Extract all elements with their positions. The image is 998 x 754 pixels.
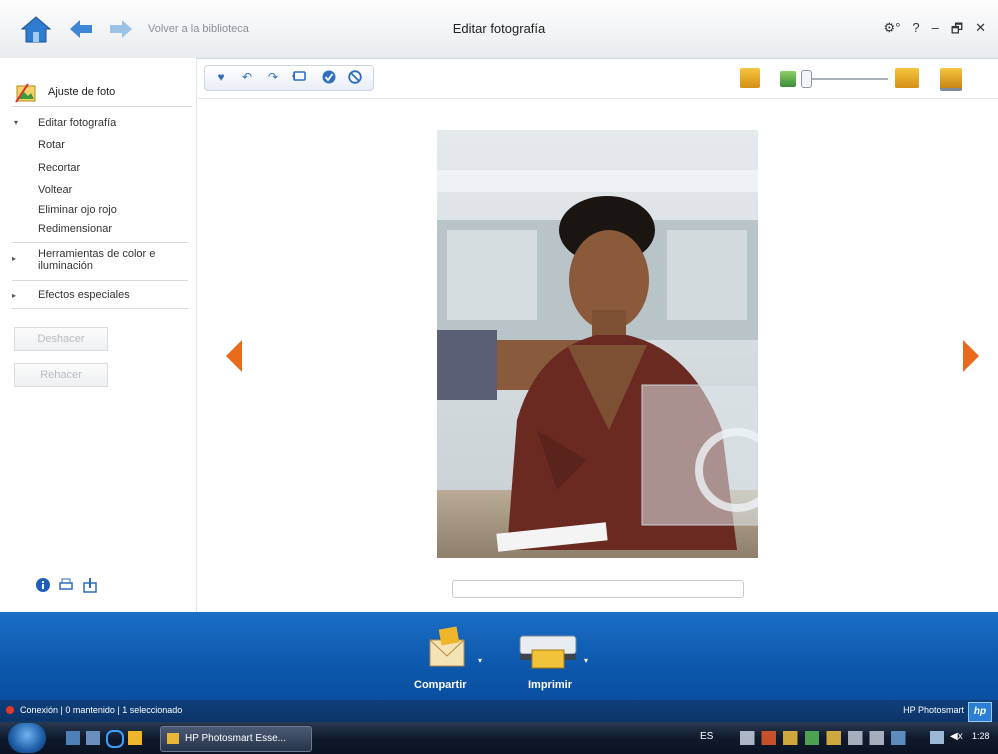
- triangle-right-icon: [963, 340, 979, 372]
- zoom-slider-track[interactable]: [806, 78, 888, 80]
- sidebar-item-edit-photo[interactable]: Editar fotografía: [38, 117, 116, 129]
- volume-icon[interactable]: ◀x: [950, 731, 963, 742]
- rotate-right-icon[interactable]: ↷: [266, 70, 280, 84]
- sidebar-item-color-line1: Herramientas de color e: [38, 248, 156, 260]
- undo-button[interactable]: Deshacer: [14, 327, 108, 351]
- share-label: Compartir: [414, 679, 467, 691]
- language-indicator[interactable]: ES: [700, 731, 713, 742]
- restore-button[interactable]: 🗗: [951, 20, 963, 42]
- rotate-left-icon[interactable]: ↶: [240, 70, 254, 84]
- zoom-in-icon[interactable]: [895, 68, 919, 88]
- zoom-slider-thumb[interactable]: [801, 70, 812, 88]
- divider: [12, 308, 188, 309]
- slideshow-icon[interactable]: [940, 68, 962, 91]
- status-text: Conexión | 0 mantenido | 1 seleccionado: [20, 705, 183, 715]
- collapsed-icon: ▸: [12, 254, 17, 263]
- sidebar-item-color-lighting[interactable]: Herramientas de color e iluminación: [38, 248, 155, 272]
- photosmart-app-icon: [167, 733, 179, 744]
- print-preview-icon[interactable]: [58, 578, 74, 597]
- brand-label: HP Photosmart: [903, 705, 964, 715]
- sidebar-header-label: Ajuste de foto: [48, 86, 116, 98]
- show-desktop-icon[interactable]: [66, 731, 80, 745]
- sidebar-item-crop[interactable]: Recortar: [38, 162, 80, 174]
- photo-preview[interactable]: [437, 130, 758, 558]
- settings-icon[interactable]: ⚙°: [884, 20, 901, 42]
- divider: [198, 98, 998, 99]
- switch-windows-icon[interactable]: [86, 731, 100, 745]
- chevron-down-icon[interactable]: ▾: [584, 656, 588, 665]
- connection-status-icon: [6, 706, 14, 714]
- sidebar-item-red-eye[interactable]: Eliminar ojo rojo: [38, 204, 117, 216]
- zoom-out-icon[interactable]: [780, 71, 796, 87]
- printer-icon: [519, 635, 577, 669]
- single-view-icon[interactable]: [740, 68, 760, 88]
- media-icon[interactable]: [128, 731, 142, 745]
- sidebar-item-rotate[interactable]: Rotar: [38, 139, 65, 151]
- caption-input[interactable]: [452, 580, 744, 598]
- print-label: Imprimir: [528, 679, 573, 691]
- share-button[interactable]: [426, 626, 472, 675]
- chevron-down-icon[interactable]: ▾: [478, 656, 482, 665]
- sidebar-item-special-effects[interactable]: Efectos especiales: [38, 289, 130, 301]
- previous-photo-button[interactable]: [226, 340, 242, 377]
- hp-logo-icon: hp: [968, 702, 992, 722]
- taskbar-item-photosmart[interactable]: HP Photosmart Esse...: [160, 726, 312, 752]
- photo-adjust-icon: [14, 82, 40, 109]
- clock[interactable]: 1:28: [972, 731, 990, 741]
- sidebar-item-color-line2: iluminación: [38, 260, 94, 272]
- next-photo-button[interactable]: [963, 340, 979, 377]
- triangle-left-icon: [226, 340, 242, 372]
- divider: [12, 280, 188, 281]
- info-icon[interactable]: [36, 578, 50, 597]
- network-icon[interactable]: [930, 731, 944, 744]
- export-icon[interactable]: [82, 577, 98, 598]
- window-controls: ⚙° ? – 🗗 ✕: [884, 20, 986, 42]
- window-title: Editar fotografía: [452, 21, 546, 36]
- minimize-button[interactable]: –: [932, 20, 939, 42]
- print-button[interactable]: [518, 630, 580, 675]
- sidebar-item-flip[interactable]: Voltear: [38, 184, 72, 196]
- internet-explorer-icon[interactable]: [106, 730, 124, 748]
- heart-icon[interactable]: ♥: [214, 70, 228, 84]
- check-icon[interactable]: [322, 70, 336, 84]
- tag-icon[interactable]: [292, 70, 306, 84]
- status-bar: Conexión | 0 mantenido | 1 seleccionado …: [0, 700, 998, 722]
- system-tray-icons[interactable]: [740, 731, 920, 745]
- sidebar-item-resize[interactable]: Redimensionar: [38, 223, 112, 235]
- envelope-icon: [429, 626, 465, 667]
- bottom-action-bar: [0, 612, 998, 700]
- taskbar-item-label: HP Photosmart Esse...: [185, 733, 286, 744]
- collapsed-icon: ▸: [12, 291, 17, 300]
- start-button[interactable]: [8, 723, 46, 753]
- expanded-icon: ▾: [14, 118, 19, 127]
- taskbar: HP Photosmart Esse... ES ◀x 1:28: [0, 722, 998, 754]
- divider: [12, 242, 188, 243]
- cancel-icon[interactable]: [348, 70, 362, 84]
- close-button[interactable]: ✕: [975, 20, 986, 42]
- redo-button[interactable]: Rehacer: [14, 363, 108, 387]
- help-icon[interactable]: ?: [912, 20, 919, 42]
